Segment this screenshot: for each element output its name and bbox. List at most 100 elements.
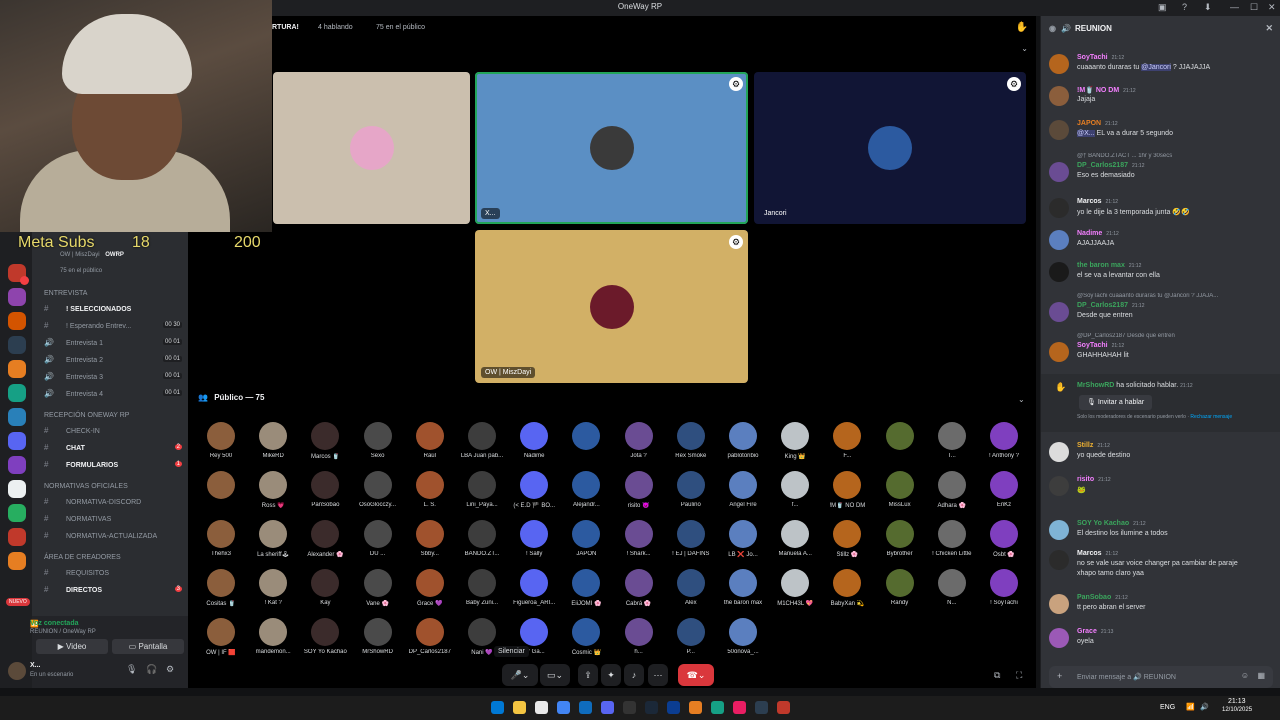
app-icon[interactable] xyxy=(777,701,790,714)
audience-member[interactable]: Rex Smoke xyxy=(667,422,715,459)
audience-member[interactable]: ! Kat ? xyxy=(249,569,297,606)
audience-member[interactable]: mandemon... xyxy=(249,618,297,655)
avatar[interactable] xyxy=(1049,262,1069,282)
language-indicator[interactable]: ENG xyxy=(1160,704,1175,711)
audience-member[interactable]: BANDO.ZT... xyxy=(458,520,506,557)
audience-member[interactable]: Cabrá 🌸 xyxy=(615,569,663,607)
audience-member[interactable]: ! SoyTachi xyxy=(980,569,1028,606)
audience-member[interactable]: Manuela A... xyxy=(771,520,819,557)
server-icon[interactable] xyxy=(8,312,26,330)
audience-member[interactable]: Cositas 🥤 xyxy=(197,569,245,607)
audience-member[interactable]: MissLux xyxy=(876,471,924,508)
audience-member[interactable]: Sbby... xyxy=(406,520,454,557)
audience-member[interactable]: F... xyxy=(823,422,871,459)
app-icon[interactable] xyxy=(711,701,724,714)
message-author[interactable]: the baron max 21:12 xyxy=(1077,262,1141,269)
channel-item[interactable]: # FORMULARIOS 1 xyxy=(44,460,184,472)
audience-member[interactable]: Raúl xyxy=(406,422,454,459)
channel-item[interactable]: # NORMATIVAS xyxy=(44,514,184,526)
avatar[interactable] xyxy=(1049,86,1069,106)
audience-member[interactable]: Marcos 🥤 xyxy=(301,422,349,460)
volume-icon[interactable]: 🔊 xyxy=(1200,703,1209,711)
avatar[interactable] xyxy=(1049,476,1069,496)
channel-item[interactable]: # REQUISITOS xyxy=(44,568,184,580)
message-author[interactable]: Marcos 21:12 xyxy=(1077,550,1118,557)
audience-member[interactable]: LBA Juan pab... xyxy=(458,422,506,459)
message-author[interactable]: SoyTachi 21:12 xyxy=(1077,342,1124,349)
app-icon[interactable] xyxy=(755,701,768,714)
avatar[interactable] xyxy=(1049,342,1069,362)
channel-item[interactable]: # CHECK-IN xyxy=(44,426,184,438)
audience-member[interactable] xyxy=(562,422,610,453)
raise-hand-icon[interactable]: ✋ xyxy=(1016,22,1028,33)
audience-member[interactable]: Ross 💗 xyxy=(249,471,297,509)
message-author[interactable]: PanSobao 21:12 xyxy=(1077,594,1128,601)
channel-item[interactable]: # NORMATIVA-ACTUALIZADA xyxy=(44,531,184,543)
channel-category[interactable]: Recepción OneWay RP xyxy=(44,412,129,419)
disconnect-button[interactable]: ☎⌄ xyxy=(678,664,714,686)
audience-member[interactable]: MrShowRD xyxy=(354,618,402,655)
audience-member[interactable]: LB ❌ Jo... xyxy=(719,520,767,558)
server-icon[interactable] xyxy=(8,336,26,354)
clock-time[interactable]: 21:13 xyxy=(1228,698,1246,705)
channel-item[interactable]: 🔊 Entrevista 2 00 01 xyxy=(44,355,184,367)
wifi-icon[interactable]: 📶 xyxy=(1186,703,1195,711)
avatar[interactable] xyxy=(1049,162,1069,182)
app-icon[interactable] xyxy=(689,701,702,714)
more-options-button[interactable]: ⋯ xyxy=(648,664,668,686)
audience-member[interactable]: Rey 500 xyxy=(197,422,245,459)
channel-item[interactable]: # CHAT 2 xyxy=(44,443,184,455)
minimize-button[interactable]: — xyxy=(1230,2,1239,12)
audience-member[interactable]: 50önova_... xyxy=(719,618,767,655)
video-button[interactable]: ▶ Video xyxy=(36,639,108,654)
audience-member[interactable]: ! Shark... xyxy=(615,520,663,557)
audience-member[interactable]: King 👑 xyxy=(771,422,819,460)
clock-date[interactable]: 12/10/2025 xyxy=(1222,707,1252,713)
channel-item[interactable]: # NORMATIVA-DISCORD xyxy=(44,497,184,509)
screen-share-button[interactable]: ⇪ xyxy=(578,664,598,686)
audience-member[interactable]: Bybrother xyxy=(876,520,924,557)
audience-member[interactable]: (< E.D 🏴 BO... xyxy=(510,471,558,509)
audience-member[interactable] xyxy=(876,422,924,453)
audience-member[interactable]: ! Chicken Little xyxy=(928,520,976,557)
audience-member[interactable]: PanSobao xyxy=(301,471,349,508)
audience-member[interactable]: Figueroa_ARI... xyxy=(510,569,558,606)
speaker-tile[interactable]: ⚙ OW | MiszDayi xyxy=(475,230,748,383)
message-author[interactable]: Grace 21:13 xyxy=(1077,628,1113,635)
audience-member[interactable]: Vane 🌸 xyxy=(354,569,402,607)
user-mention[interactable]: @X... xyxy=(1077,130,1095,137)
app-icon[interactable] xyxy=(667,701,680,714)
audience-member[interactable]: ! Anthony ? xyxy=(980,422,1028,459)
audience-member[interactable]: M1CH43L 💖 xyxy=(771,569,819,607)
audience-member[interactable]: ! Sally xyxy=(510,520,558,557)
speaker-tile[interactable]: ⚙ Jancori xyxy=(754,72,1026,224)
settings-icon[interactable]: ⚙ xyxy=(729,235,743,249)
audience-member[interactable]: Cosmic 👑 xyxy=(562,618,610,656)
audience-member[interactable]: Jota ? xyxy=(615,422,663,459)
store-icon[interactable] xyxy=(535,701,548,714)
audience-member[interactable]: OW | IF 🟥 xyxy=(197,618,245,656)
discord-icon[interactable] xyxy=(601,701,614,714)
message-author[interactable]: Nadime 21:12 xyxy=(1077,230,1119,237)
dismiss-link[interactable]: Rechazar mensaje xyxy=(1190,414,1232,420)
server-icon[interactable] xyxy=(8,552,26,570)
message-author[interactable]: Marcos 21:12 xyxy=(1077,198,1118,205)
screen-button[interactable]: ▭ Pantalla xyxy=(112,639,184,654)
avatar[interactable] xyxy=(1049,302,1069,322)
audience-member[interactable]: DU ... xyxy=(354,520,402,557)
audience-member[interactable]: Nadime xyxy=(510,422,558,459)
message-author[interactable]: DP_Carlos2187 21:12 xyxy=(1077,162,1145,169)
obs-icon[interactable] xyxy=(623,701,636,714)
help-icon[interactable]: ? xyxy=(1182,2,1187,12)
channel-item[interactable]: 🔊 Entrevista 4 00 01 xyxy=(44,389,184,401)
avatar[interactable] xyxy=(1049,594,1069,614)
reply-preview[interactable]: @DP_Carlos2187 Desde que entren xyxy=(1077,333,1277,339)
message-author[interactable]: Stillz 21:12 xyxy=(1077,442,1110,449)
message-author[interactable]: SOY Yo Kachao 21:12 xyxy=(1077,520,1146,527)
audience-member[interactable]: Thehx3 xyxy=(197,520,245,557)
audience-member[interactable]: Grace 💜 xyxy=(406,569,454,607)
server-icon[interactable] xyxy=(8,360,26,378)
reply-preview[interactable]: @SoyTachi cuaaanto duraras tu @Jancori ?… xyxy=(1077,293,1277,299)
audience-member[interactable]: La sheriff🕹 xyxy=(249,520,297,558)
settings-icon[interactable]: ⚙ xyxy=(1007,77,1021,91)
